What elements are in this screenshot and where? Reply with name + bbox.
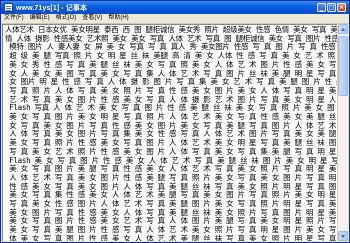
document-text[interactable]: 人体艺术 日本女优 美女明星 泰西 西 图 腿柜诚信 美女秀 照片 超级美女 性…: [3, 25, 337, 241]
text-editor-area[interactable]: 人体艺术 日本女优 美女明星 泰西 西 图 腿柜诚信 美女秀 照片 超级美女 性…: [2, 24, 337, 241]
notepad-icon: [4, 3, 13, 12]
menu-bar: 文件(F) 编辑(E) 格式(O) 查看(V) 帮助(H): [1, 14, 349, 24]
scroll-up-arrow-icon[interactable]: [338, 24, 348, 34]
scroll-thumb[interactable]: [338, 36, 348, 96]
window-controls: _ □ ×: [317, 3, 346, 12]
notepad-window: www.71ys[1] - 记事本 _ □ × 文件(F) 编辑(E) 格式(O…: [0, 0, 350, 243]
menu-edit[interactable]: 编辑(E): [27, 14, 53, 23]
close-button[interactable]: ×: [337, 3, 346, 12]
menu-view[interactable]: 查看(V): [79, 14, 105, 23]
window-title: www.71ys[1] - 记事本: [16, 4, 88, 12]
menu-format[interactable]: 格式(O): [53, 14, 80, 23]
scroll-down-arrow-icon[interactable]: [338, 231, 348, 241]
vertical-scrollbar[interactable]: [337, 24, 348, 241]
minimize-button[interactable]: _: [317, 3, 326, 12]
menu-file[interactable]: 文件(F): [1, 14, 27, 23]
title-bar[interactable]: www.71ys[1] - 记事本 _ □ ×: [1, 1, 349, 14]
maximize-button[interactable]: □: [327, 3, 336, 12]
menu-help[interactable]: 帮助(H): [105, 14, 131, 23]
